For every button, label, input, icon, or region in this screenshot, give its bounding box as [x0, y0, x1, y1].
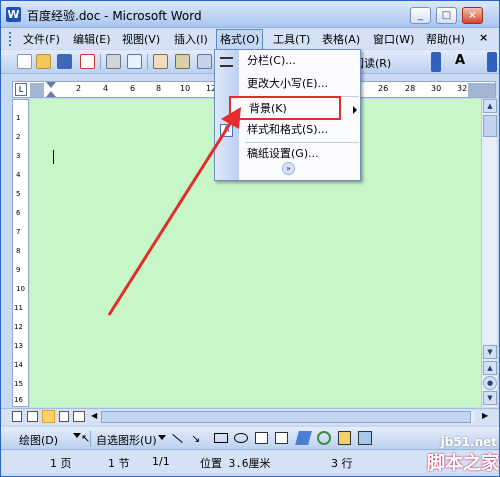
arrow-head	[221, 107, 241, 129]
site-watermark: jb51.net 脚本之家	[424, 435, 499, 476]
watermark-domain: jb51.net	[440, 435, 497, 449]
annotation-arrow	[107, 107, 241, 316]
arrow-shaft	[107, 118, 235, 316]
word-window: W 百度经验.doc - Microsoft Word _ □ × 文件(F) …	[0, 0, 500, 477]
watermark-brand: 脚本之家	[427, 453, 499, 474]
